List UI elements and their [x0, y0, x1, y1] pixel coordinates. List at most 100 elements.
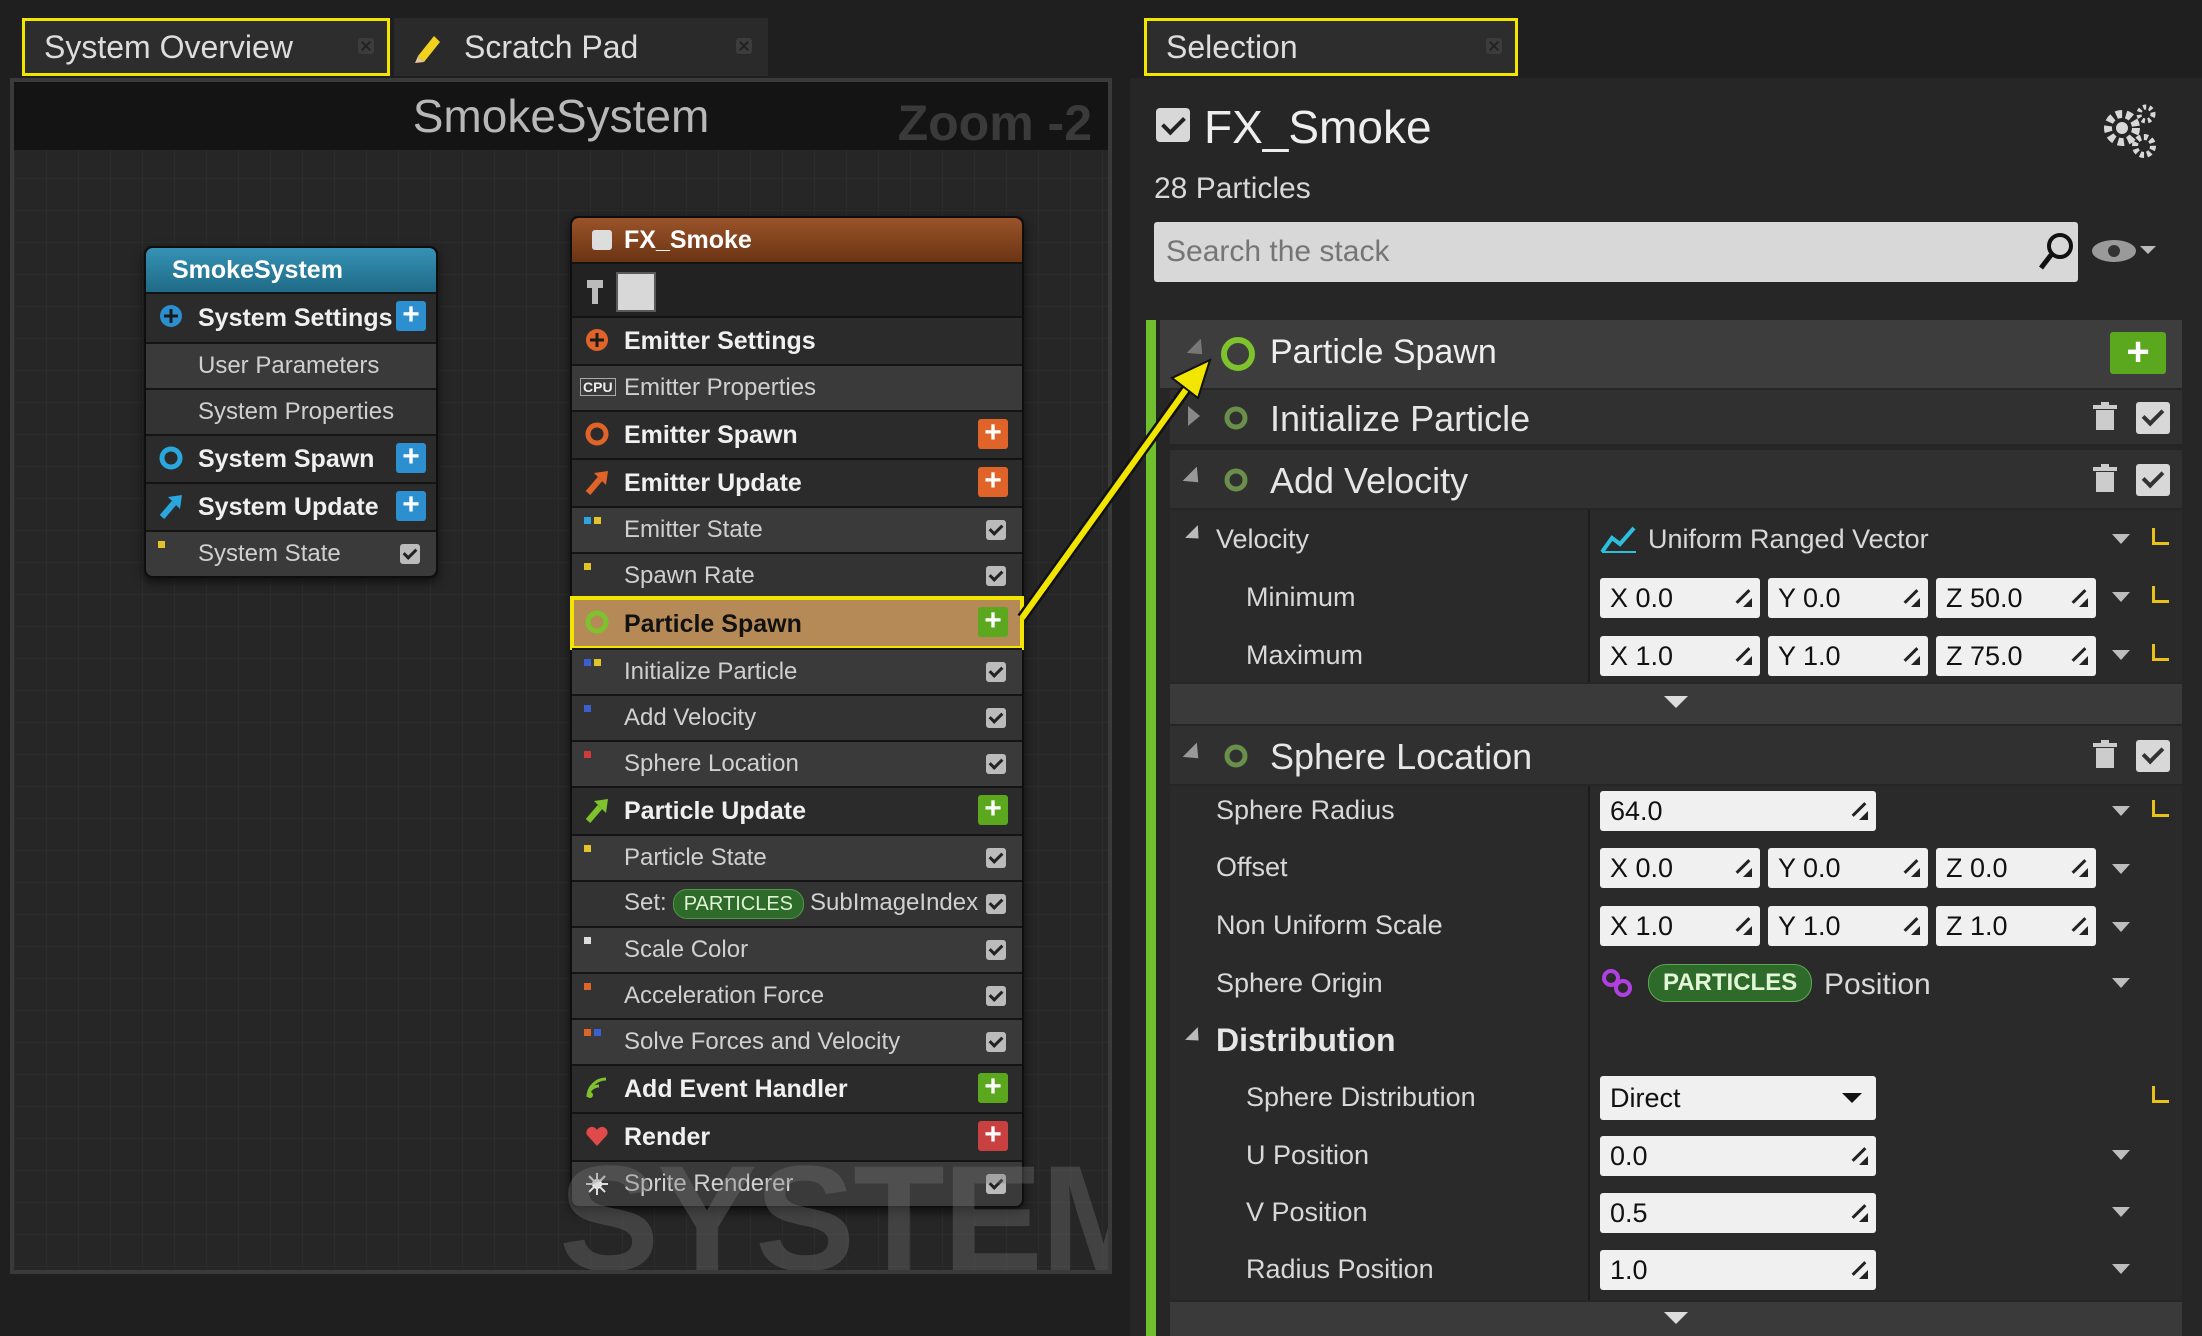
tab-scratch-pad[interactable]: Scratch Pad	[394, 18, 768, 76]
drag-handle-icon[interactable]	[1848, 1202, 1868, 1222]
enable-checkbox[interactable]	[986, 754, 1006, 774]
add-event-handler-button[interactable]: +	[978, 1072, 1008, 1103]
reset-arrow-icon[interactable]	[2152, 1086, 2169, 1103]
radius-position-input[interactable]: 1.0	[1600, 1250, 1876, 1290]
set-subimageindex-row[interactable]: Set: PARTICLES SubImageIndex	[572, 880, 1022, 926]
dropdown-arrow-icon[interactable]	[2112, 1207, 2130, 1217]
close-tab-icon[interactable]	[736, 38, 752, 54]
add-velocity-row[interactable]: Add Velocity	[572, 694, 1022, 740]
emitter-properties-row[interactable]: CPU Emitter Properties	[572, 364, 1022, 410]
enable-checkbox[interactable]	[986, 940, 1006, 960]
drag-handle-icon[interactable]	[1848, 800, 1868, 820]
enable-checkbox[interactable]	[986, 566, 1006, 586]
drag-handle-icon[interactable]	[2068, 915, 2088, 935]
enable-checkbox[interactable]	[986, 708, 1006, 728]
offset-z-input[interactable]: Z 0.0	[1936, 848, 2096, 888]
particle-spawn-row[interactable]: Particle Spawn +	[570, 596, 1024, 650]
emitter-thumbnail[interactable]	[616, 272, 656, 312]
initialize-particle-module[interactable]: Initialize Particle	[1170, 390, 2182, 444]
sphere-origin-value[interactable]: Position	[1824, 968, 1931, 1002]
emitter-settings-row[interactable]: Emitter Settings	[572, 316, 1022, 364]
reset-arrow-icon[interactable]	[2152, 644, 2169, 661]
v-position-input[interactable]: 0.5	[1600, 1193, 1876, 1233]
close-tab-icon[interactable]	[1486, 38, 1502, 54]
initialize-particle-row[interactable]: Initialize Particle	[572, 648, 1022, 694]
dropdown-arrow-icon[interactable]	[2112, 534, 2130, 544]
trash-icon[interactable]	[2092, 740, 2118, 770]
add-emitter-spawn-button[interactable]: +	[978, 418, 1008, 449]
offset-y-input[interactable]: Y 0.0	[1768, 848, 1928, 888]
emitter-node[interactable]: FX_Smoke Emitter Settings CPU Emitter Pr…	[570, 216, 1024, 1208]
sphere-location-row[interactable]: Sphere Location	[572, 740, 1022, 786]
add-module-button[interactable]: +	[2110, 332, 2166, 374]
scale-y-input[interactable]: Y 1.0	[1768, 906, 1928, 946]
expand-advanced-bar[interactable]	[1170, 1302, 2182, 1336]
sphere-location-module[interactable]: Sphere Location	[1170, 726, 2182, 784]
search-icon[interactable]	[2036, 230, 2076, 274]
system-spawn-row[interactable]: System Spawn +	[146, 434, 436, 482]
velocity-mode[interactable]: Uniform Ranged Vector	[1648, 524, 1929, 555]
velocity-max-z-input[interactable]: Z 75.0	[1936, 636, 2096, 676]
expand-arrow-icon[interactable]	[1188, 406, 1200, 426]
emitter-update-row[interactable]: Emitter Update +	[572, 458, 1022, 506]
sphere-distribution-dropdown[interactable]: Direct	[1600, 1076, 1876, 1120]
particle-state-row[interactable]: Particle State	[572, 834, 1022, 880]
show-advanced-icon[interactable]	[1664, 696, 1688, 708]
emitter-state-row[interactable]: Emitter State	[572, 506, 1022, 552]
collapse-arrow-icon[interactable]	[1186, 338, 1210, 362]
drag-handle-icon[interactable]	[1732, 645, 1752, 665]
trash-icon[interactable]	[2092, 402, 2118, 432]
system-node-header[interactable]: SmokeSystem	[146, 248, 436, 292]
drag-handle-icon[interactable]	[1900, 645, 1920, 665]
system-settings-row[interactable]: System Settings +	[146, 292, 436, 342]
search-stack-input[interactable]	[1154, 222, 2078, 282]
enable-checkbox[interactable]	[986, 1032, 1006, 1052]
offset-x-input[interactable]: X 0.0	[1600, 848, 1760, 888]
tab-system-overview[interactable]: System Overview	[22, 18, 390, 76]
emitter-node-header[interactable]: FX_Smoke	[572, 218, 1022, 262]
drag-handle-icon[interactable]	[1848, 1259, 1868, 1279]
system-overview-graph[interactable]: SmokeSystem Zoom -2 SmokeSystem System S…	[10, 78, 1112, 1274]
collapse-arrow-icon[interactable]	[1182, 742, 1206, 766]
u-position-input[interactable]: 0.0	[1600, 1136, 1876, 1176]
enable-checkbox[interactable]	[986, 986, 1006, 1006]
system-node[interactable]: SmokeSystem System Settings + User Param…	[144, 246, 438, 578]
user-parameters-row[interactable]: User Parameters	[146, 342, 436, 388]
tab-selection[interactable]: Selection	[1144, 18, 1518, 76]
emitter-spawn-row[interactable]: Emitter Spawn +	[572, 410, 1022, 458]
enable-checkbox[interactable]	[986, 848, 1006, 868]
enable-checkbox[interactable]	[986, 894, 1006, 914]
drag-handle-icon[interactable]	[1900, 857, 1920, 877]
dropdown-arrow-icon[interactable]	[2112, 806, 2130, 816]
system-properties-row[interactable]: System Properties	[146, 388, 436, 434]
drag-handle-icon[interactable]	[2068, 645, 2088, 665]
add-emitter-update-button[interactable]: +	[978, 466, 1008, 497]
add-system-spawn-button[interactable]: +	[396, 442, 426, 473]
solve-forces-row[interactable]: Solve Forces and Velocity	[572, 1018, 1022, 1064]
acceleration-force-row[interactable]: Acceleration Force	[572, 972, 1022, 1018]
reset-arrow-icon[interactable]	[2152, 586, 2169, 603]
drag-handle-icon[interactable]	[2068, 587, 2088, 607]
dropdown-arrow-icon[interactable]	[2112, 1264, 2130, 1274]
dropdown-arrow-icon[interactable]	[2112, 592, 2130, 602]
drag-handle-icon[interactable]	[1848, 1145, 1868, 1165]
velocity-min-x-input[interactable]: X 0.0	[1600, 578, 1760, 618]
emitter-enable-checkbox[interactable]	[592, 230, 612, 250]
trash-icon[interactable]	[2092, 464, 2118, 494]
dropdown-arrow-icon[interactable]	[2112, 978, 2130, 988]
close-tab-icon[interactable]	[358, 38, 374, 54]
expand-advanced-bar[interactable]	[1170, 684, 2182, 724]
drag-handle-icon[interactable]	[1900, 587, 1920, 607]
spawn-rate-row[interactable]: Spawn Rate	[572, 552, 1022, 598]
velocity-min-z-input[interactable]: Z 50.0	[1936, 578, 2096, 618]
module-enable-checkbox[interactable]	[2136, 740, 2170, 772]
enable-checkbox[interactable]	[986, 520, 1006, 540]
particle-update-row[interactable]: Particle Update +	[572, 786, 1022, 834]
add-particle-spawn-button[interactable]: +	[978, 606, 1008, 637]
dropdown-arrow-icon[interactable]	[2112, 864, 2130, 874]
velocity-max-y-input[interactable]: Y 1.0	[1768, 636, 1928, 676]
particle-spawn-group-header[interactable]: Particle Spawn +	[1160, 320, 2182, 388]
show-advanced-icon[interactable]	[1664, 1312, 1688, 1324]
reset-arrow-icon[interactable]	[2152, 528, 2169, 545]
add-particle-update-button[interactable]: +	[978, 794, 1008, 825]
